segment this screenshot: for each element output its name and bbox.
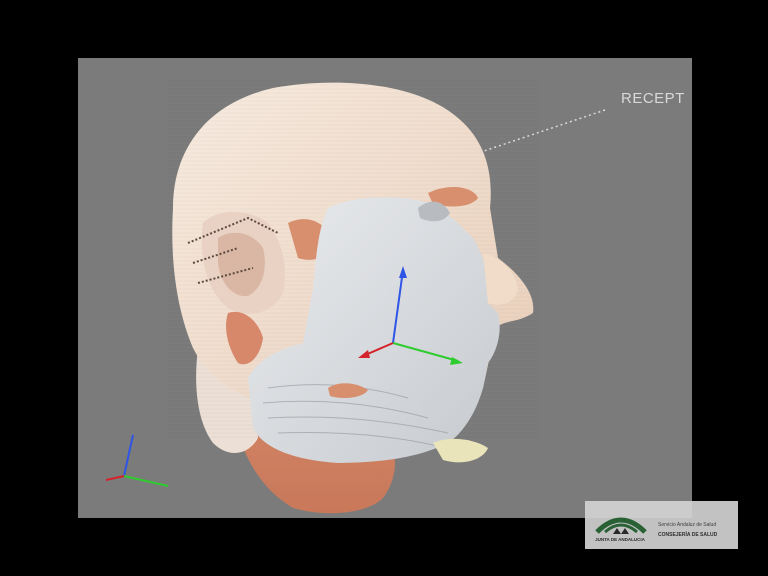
logo-institution-name: JUNTA DE ANDALUCIA [595,537,645,542]
triad-axis-y [123,434,134,477]
triad-axis-x [123,475,169,487]
annotation-label: RECEPT [621,90,685,107]
institution-logo: JUNTA DE ANDALUCIA Servicio Andaluz de S… [585,501,738,549]
logo-service-name: Servicio Andaluz de Salud [658,522,717,528]
video-frame: RECEPT JUNTA DE ANDALUCIA Servicio Andal… [0,0,768,576]
head-model-render [105,78,606,514]
logo-department-name: CONSEJERÍA DE SALUD [658,532,718,538]
orientation-triad [105,434,169,487]
triad-axis-z [105,475,125,481]
3d-viewport[interactable]: RECEPT [78,58,692,518]
chin-tip [433,438,488,463]
